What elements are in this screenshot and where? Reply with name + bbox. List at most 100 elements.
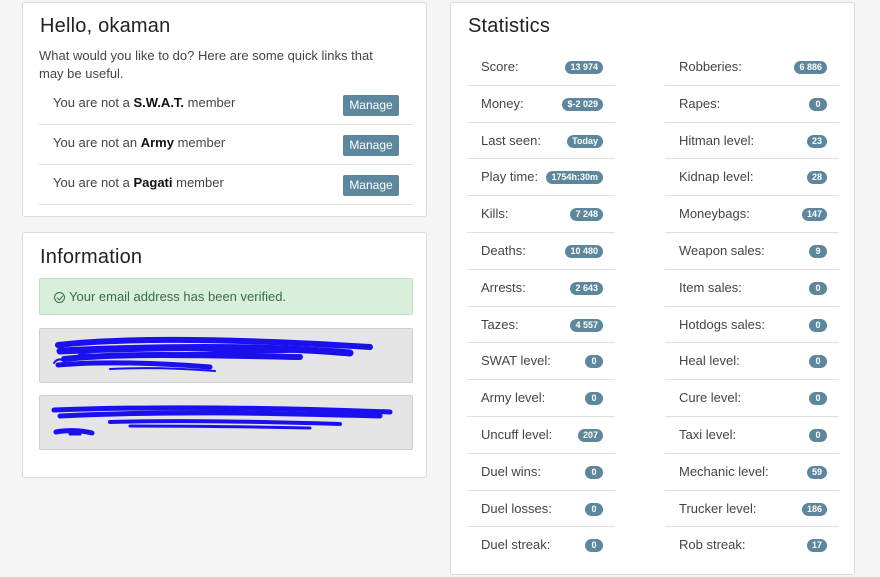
email-verified-alert: Your email address has been verified. [39, 278, 413, 315]
stat-badge: 0 [585, 465, 603, 479]
information-card: Information Your email address has been … [22, 232, 427, 478]
membership-row-army: You are not an Army member Manage [39, 125, 413, 165]
stat-badge: 0 [809, 97, 827, 111]
stat-label: Item sales: [679, 279, 742, 295]
stat-label: Heal level: [679, 353, 740, 369]
stat-badge: 28 [806, 171, 827, 185]
stat-row: Robberies: 6 886 [665, 49, 839, 86]
stats-right-column: Robberies: 6 886 Rapes: 0 Hitman level: 23 … [665, 49, 839, 564]
stat-label: Cure level: [679, 390, 742, 406]
information-title: Information [40, 246, 143, 268]
stat-row: Army level: 0 [467, 380, 615, 417]
check-circle-icon [54, 292, 65, 303]
stat-label: Duel streak: [481, 537, 551, 553]
stat-row: Taxi level: 0 [665, 417, 839, 454]
stat-row: Rapes: 0 [665, 86, 839, 123]
stat-badge: 0 [809, 318, 827, 332]
stat-row: Money: $-2 029 [467, 86, 615, 123]
stat-label: Arrests: [481, 279, 526, 295]
stat-row: Moneybags: 147 [665, 196, 839, 233]
stat-label: Kills: [481, 206, 509, 222]
stat-row: Arrests: 2 643 [467, 270, 615, 307]
stat-row: Deaths: 10 480 [467, 233, 615, 270]
statistics-title: Statistics [468, 15, 551, 37]
stat-badge: 59 [806, 465, 827, 479]
email-verified-text: Your email address has been verified. [69, 289, 287, 304]
stat-row: Play time: 1754h:30m [467, 159, 615, 197]
stat-label: Rob streak: [679, 537, 746, 553]
stat-row: Duel losses: 0 [467, 491, 615, 528]
stat-label: Army level: [481, 390, 546, 406]
stat-label: Hitman level: [679, 132, 755, 148]
membership-text: You are not a S.W.A.T. member [53, 95, 236, 110]
stat-badge: 13 974 [565, 61, 603, 74]
membership-text: You are not an Army member [53, 135, 226, 150]
stat-badge: 0 [809, 392, 827, 406]
stat-badge: 9 [809, 244, 827, 258]
stat-row: Duel streak: 0 [467, 527, 615, 564]
stat-row: Item sales: 0 [665, 270, 839, 307]
stat-badge: 1754h:30m [546, 171, 603, 185]
stat-label: Rapes: [679, 95, 721, 111]
stat-label: Last seen: [481, 132, 541, 148]
manage-swat-button[interactable]: Manage [343, 95, 399, 116]
scribble-redaction [51, 405, 393, 436]
stat-row: Rob streak: 17 [665, 527, 839, 564]
scribble-redaction [53, 336, 373, 372]
stat-badge: 17 [806, 539, 827, 553]
stat-label: Moneybags: [679, 206, 750, 222]
stat-badge: 2 643 [570, 281, 603, 295]
stat-label: Duel wins: [481, 463, 541, 479]
stat-label: SWAT level: [481, 353, 551, 369]
stat-label: Money: [481, 95, 524, 111]
hello-title: Hello, okaman [40, 15, 171, 37]
stat-row: Kills: 7 248 [467, 196, 615, 233]
stat-label: Mechanic level: [679, 463, 769, 479]
stat-row: SWAT level: 0 [467, 343, 615, 381]
stat-badge: 0 [585, 355, 603, 369]
manage-pagati-button[interactable]: Manage [343, 175, 399, 196]
stat-badge: 0 [585, 392, 603, 406]
stat-label: Score: [481, 59, 519, 74]
stat-label: Deaths: [481, 242, 526, 258]
membership-text: You are not a Pagati member [53, 175, 224, 190]
stat-row: Trucker level: 186 [665, 491, 839, 528]
stat-label: Duel losses: [481, 500, 552, 516]
stat-badge: 10 480 [565, 244, 603, 258]
stats-left-column: Score: 13 974 Money: $-2 029 Last seen: Tod… [467, 49, 615, 564]
stat-row: Kidnap level: 28 [665, 159, 839, 197]
stat-badge: 4 557 [570, 318, 603, 332]
redacted-field [39, 328, 413, 383]
membership-row-pagati: You are not a Pagati member Manage [39, 165, 413, 205]
stat-badge: 0 [809, 355, 827, 369]
stat-label: Robberies: [679, 59, 742, 74]
stat-badge: 7 248 [570, 208, 603, 222]
hello-card: Hello, okaman What would you like to do?… [22, 2, 427, 217]
stat-label: Kidnap level: [679, 169, 754, 185]
stat-row: Weapon sales: 9 [665, 233, 839, 270]
stat-row: Tazes: 4 557 [467, 307, 615, 344]
stat-badge: 147 [801, 208, 827, 222]
stat-badge: 207 [577, 428, 603, 442]
stat-row: Score: 13 974 [467, 49, 615, 86]
stat-badge: 0 [585, 539, 603, 553]
stat-badge: 6 886 [794, 61, 827, 74]
stat-badge: 0 [809, 281, 827, 295]
stat-row: Last seen: Today [467, 123, 615, 160]
statistics-card: Statistics Score: 13 974 Money: $-2 029 La… [450, 2, 855, 575]
stat-row: Uncuff level: 207 [467, 417, 615, 454]
stat-label: Uncuff level: [481, 426, 553, 442]
stat-label: Hotdogs sales: [679, 316, 765, 332]
stat-badge: 23 [806, 134, 827, 148]
stat-row: Mechanic level: 59 [665, 454, 839, 491]
stat-label: Tazes: [481, 316, 519, 332]
stat-label: Taxi level: [679, 426, 737, 442]
stat-badge: $-2 029 [562, 97, 603, 111]
stat-badge: 0 [585, 502, 603, 516]
stat-badge: 0 [809, 428, 827, 442]
manage-army-button[interactable]: Manage [343, 135, 399, 156]
stat-label: Weapon sales: [679, 242, 765, 258]
stat-label: Play time: [481, 169, 539, 185]
stat-badge: 186 [801, 502, 827, 516]
redacted-field [39, 395, 413, 450]
